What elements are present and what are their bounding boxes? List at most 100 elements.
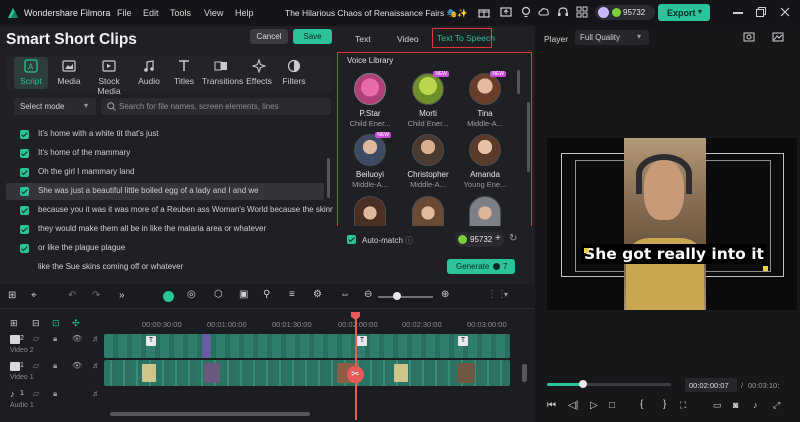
tab-video[interactable]: Video	[397, 34, 419, 44]
magnet-snap-icon[interactable]	[163, 291, 174, 302]
list-item[interactable]: because you it was it was more of a Reub…	[6, 202, 333, 219]
checkbox[interactable]	[20, 244, 29, 253]
info-icon[interactable]: ⓘ	[405, 235, 413, 246]
clip-handle[interactable]	[202, 334, 210, 358]
voice-card[interactable]: NEW Morti Child Ener...	[400, 71, 456, 128]
lock-icon[interactable]: 🔒︎	[53, 361, 57, 371]
step-back-icon[interactable]: ◁|	[568, 400, 578, 411]
menu-edit[interactable]: Edit	[143, 8, 159, 18]
voice-avatar-partial[interactable]	[412, 196, 444, 226]
display-icon[interactable]: ▭	[713, 400, 722, 411]
caption-overlay[interactable]: She got really into it	[581, 244, 767, 271]
video-1-clips[interactable]	[104, 360, 510, 386]
tool-filters[interactable]: Filters	[275, 59, 313, 86]
ai-tools-icon[interactable]: ⚙	[313, 289, 322, 300]
scrollbar[interactable]	[517, 70, 520, 94]
voice-card[interactable]: NEW Beiluoyi Middle-A...	[342, 132, 398, 189]
lightbulb-icon[interactable]	[520, 6, 532, 18]
redo-icon[interactable]: ↷	[92, 290, 100, 301]
more-tools-icon[interactable]: »	[119, 290, 125, 301]
checkbox[interactable]	[20, 168, 29, 177]
tool-titles[interactable]: Titles	[165, 59, 203, 86]
list-item-selected[interactable]: She was just a beautiful little boiled e…	[6, 183, 324, 200]
list-item[interactable]: like the Sue skins coming off or whateve…	[6, 259, 324, 276]
clip-thumbnail[interactable]	[204, 363, 220, 383]
audio-link-icon[interactable]: ⊡	[52, 318, 60, 329]
voice-card[interactable]: NEW Tina Middle-A...	[457, 71, 513, 128]
auto-ripple-icon[interactable]: ✣	[72, 318, 80, 329]
list-item[interactable]: Oh the girl I mammary land	[6, 164, 324, 181]
clip-thumbnail[interactable]	[142, 364, 156, 382]
fit-icon[interactable]: ⇔	[340, 289, 350, 300]
scrollbar[interactable]	[527, 102, 530, 172]
tool-stock-media[interactable]: Stock Media	[87, 59, 131, 96]
chevron-down-icon[interactable]: ▾	[504, 290, 508, 299]
cancel-button[interactable]: Cancel	[250, 29, 288, 44]
caption-icon[interactable]: ≡	[289, 289, 295, 300]
zoom-in-icon[interactable]: ⊕	[441, 289, 449, 300]
checkbox[interactable]	[20, 206, 29, 215]
minimize-icon[interactable]	[733, 12, 743, 14]
select-tool-icon[interactable]: ⌖	[31, 290, 37, 301]
voice-avatar-partial[interactable]	[469, 196, 501, 226]
list-item[interactable]: or like the plague plague	[6, 240, 324, 257]
lock-icon[interactable]: 🔒︎	[53, 389, 57, 399]
tool-script[interactable]: A Script	[12, 59, 50, 86]
export-button[interactable]: Export ▾	[658, 4, 710, 21]
microphone-icon[interactable]: ⚲	[263, 289, 270, 300]
voice-avatar-partial[interactable]	[354, 196, 386, 226]
folder-icon[interactable]: ▱	[33, 334, 39, 343]
search-input[interactable]: Search for file names, screen elements, …	[101, 98, 331, 115]
restore-icon[interactable]	[756, 7, 766, 17]
zoom-slider[interactable]	[378, 296, 433, 298]
close-icon[interactable]	[780, 7, 790, 17]
progress-knob[interactable]	[578, 380, 587, 388]
eye-icon[interactable]: 👁︎	[72, 361, 82, 370]
expand-icon[interactable]: ⤢	[773, 400, 780, 411]
horizontal-scrollbar[interactable]	[110, 412, 310, 416]
menu-help[interactable]: Help	[235, 8, 254, 18]
eye-icon[interactable]: 👁︎	[72, 334, 82, 343]
clip-thumbnail[interactable]	[457, 363, 475, 383]
add-icon[interactable]: +	[495, 233, 501, 244]
mark-in-icon[interactable]: {	[640, 399, 643, 410]
clip-thumbnail[interactable]	[394, 364, 408, 382]
audio-icon[interactable]: ♬	[92, 334, 100, 343]
caption-handle[interactable]	[763, 266, 768, 271]
select-mode-dropdown[interactable]: Select mode ▾	[14, 98, 96, 115]
folder-icon[interactable]: ▱	[33, 361, 39, 370]
snapshot-icon[interactable]	[743, 31, 755, 43]
generate-button[interactable]: Generate 7	[447, 259, 515, 274]
render-icon[interactable]: ◎	[187, 289, 196, 300]
list-item[interactable]: It's home with a white tit that's just	[6, 126, 324, 143]
undo-icon[interactable]: ↶	[68, 290, 76, 301]
menu-view[interactable]: View	[204, 8, 223, 18]
prev-frame-icon[interactable]: ⏮	[547, 400, 556, 411]
headset-icon[interactable]	[557, 6, 569, 18]
camera-icon[interactable]: ◙	[733, 400, 738, 410]
zoom-out-icon[interactable]: ⊖	[364, 289, 372, 300]
add-track-icon[interactable]: ⊞	[10, 318, 18, 329]
playback-progress[interactable]	[547, 380, 671, 388]
list-item[interactable]: they would make them all be in like the …	[6, 221, 324, 238]
folder-icon[interactable]: ▱	[33, 389, 39, 398]
tool-transitions[interactable]: Transitions	[202, 59, 243, 86]
credits-badge[interactable]: 95732	[595, 5, 655, 20]
auto-match-checkbox[interactable]	[347, 235, 356, 244]
scrollbar[interactable]	[522, 364, 527, 382]
title-clip-marker[interactable]: T	[146, 336, 156, 346]
tool-audio[interactable]: Audio	[130, 59, 168, 86]
checkbox[interactable]	[20, 187, 29, 196]
tool-effects[interactable]: Effects	[240, 59, 278, 86]
tool-media[interactable]: Media	[50, 59, 88, 86]
checkbox[interactable]	[20, 149, 29, 158]
zoom-knob[interactable]	[393, 292, 401, 300]
upload-icon[interactable]	[500, 6, 512, 18]
quality-dropdown[interactable]: Full Quality ▾	[575, 30, 649, 45]
gift-icon[interactable]	[478, 6, 490, 18]
grid-apps-icon[interactable]	[576, 6, 588, 18]
voice-card[interactable]: P.Star Child Ener...	[342, 73, 398, 128]
play-icon[interactable]: ▷	[590, 400, 598, 411]
list-item[interactable]: It's home of the mammary	[6, 145, 324, 162]
stop-icon[interactable]: □	[609, 400, 615, 411]
